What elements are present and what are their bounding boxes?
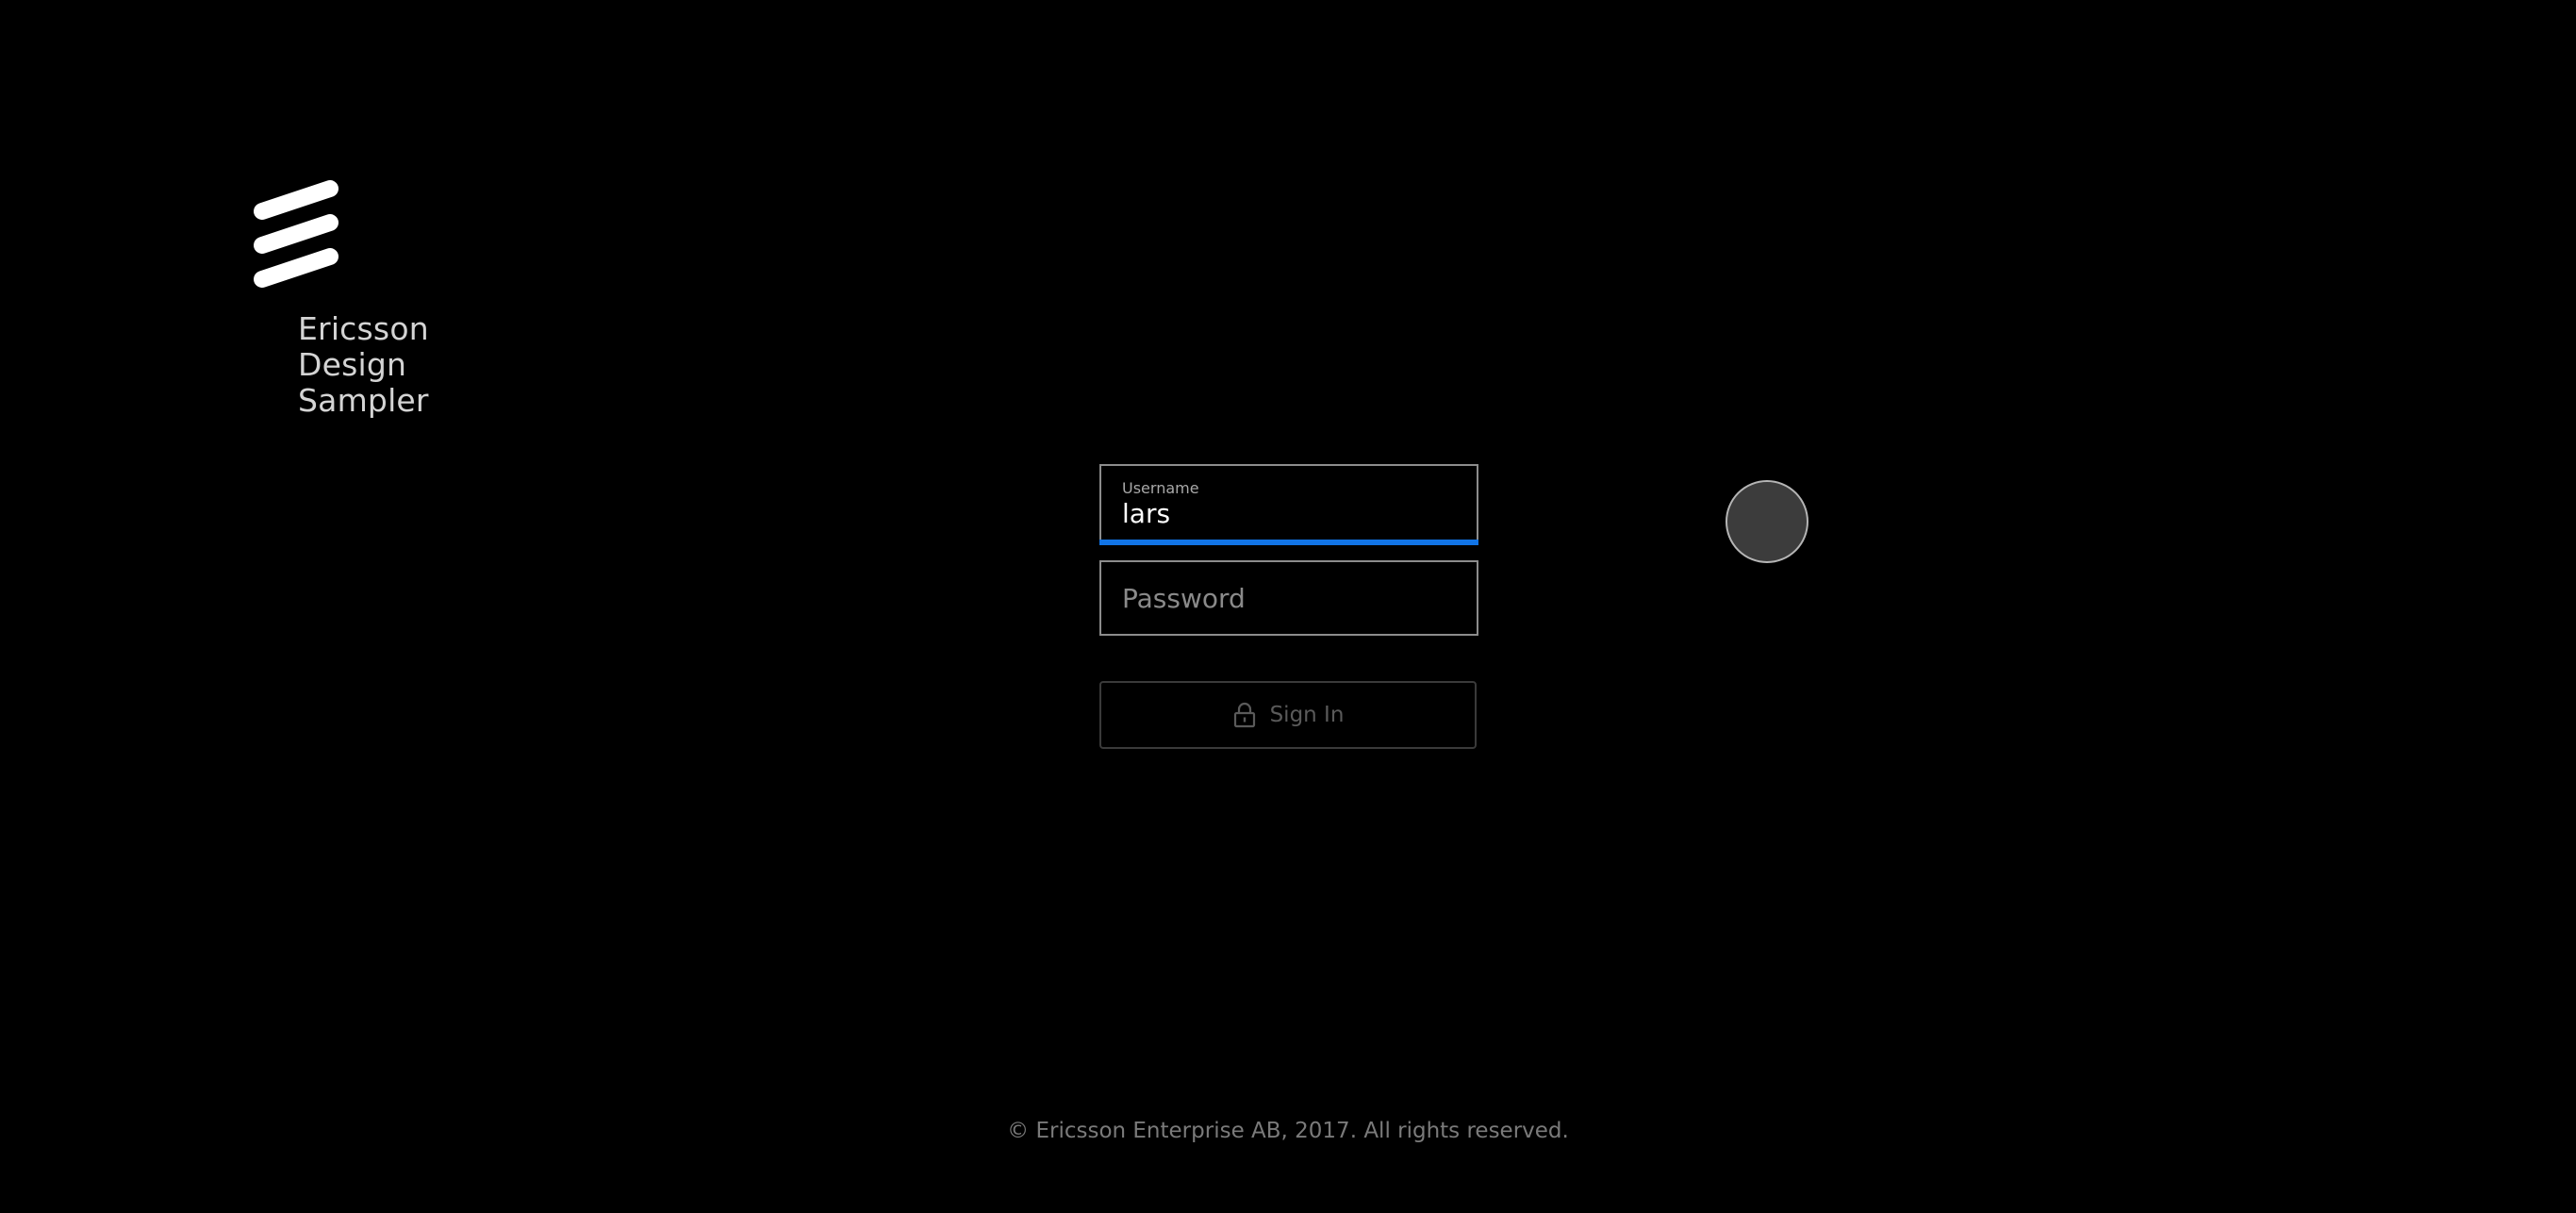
app-name-line: Ericsson bbox=[298, 310, 429, 347]
password-field[interactable] bbox=[1099, 560, 1478, 636]
brand: Ericsson Design Sampler bbox=[251, 179, 477, 424]
sign-in-button[interactable]: Sign In bbox=[1099, 681, 1477, 749]
login-page: Ericsson Design Sampler Username Sign In… bbox=[0, 0, 2576, 1213]
app-name-line: Sampler bbox=[298, 382, 429, 419]
username-field[interactable]: Username bbox=[1099, 464, 1478, 545]
app-name-line: Design bbox=[298, 346, 407, 383]
login-form: Username Sign In bbox=[1099, 464, 1478, 749]
username-label: Username bbox=[1122, 479, 1199, 497]
ericsson-logo-icon bbox=[251, 179, 341, 292]
lock-icon bbox=[1232, 702, 1257, 728]
password-input[interactable] bbox=[1122, 562, 1452, 634]
username-input[interactable] bbox=[1122, 498, 1452, 529]
floating-circle-button[interactable] bbox=[1726, 480, 1808, 563]
sign-in-label: Sign In bbox=[1269, 703, 1345, 727]
app-name: Ericsson Design Sampler bbox=[298, 311, 429, 419]
copyright-footer: © Ericsson Enterprise AB, 2017. All righ… bbox=[1007, 1119, 1569, 1143]
